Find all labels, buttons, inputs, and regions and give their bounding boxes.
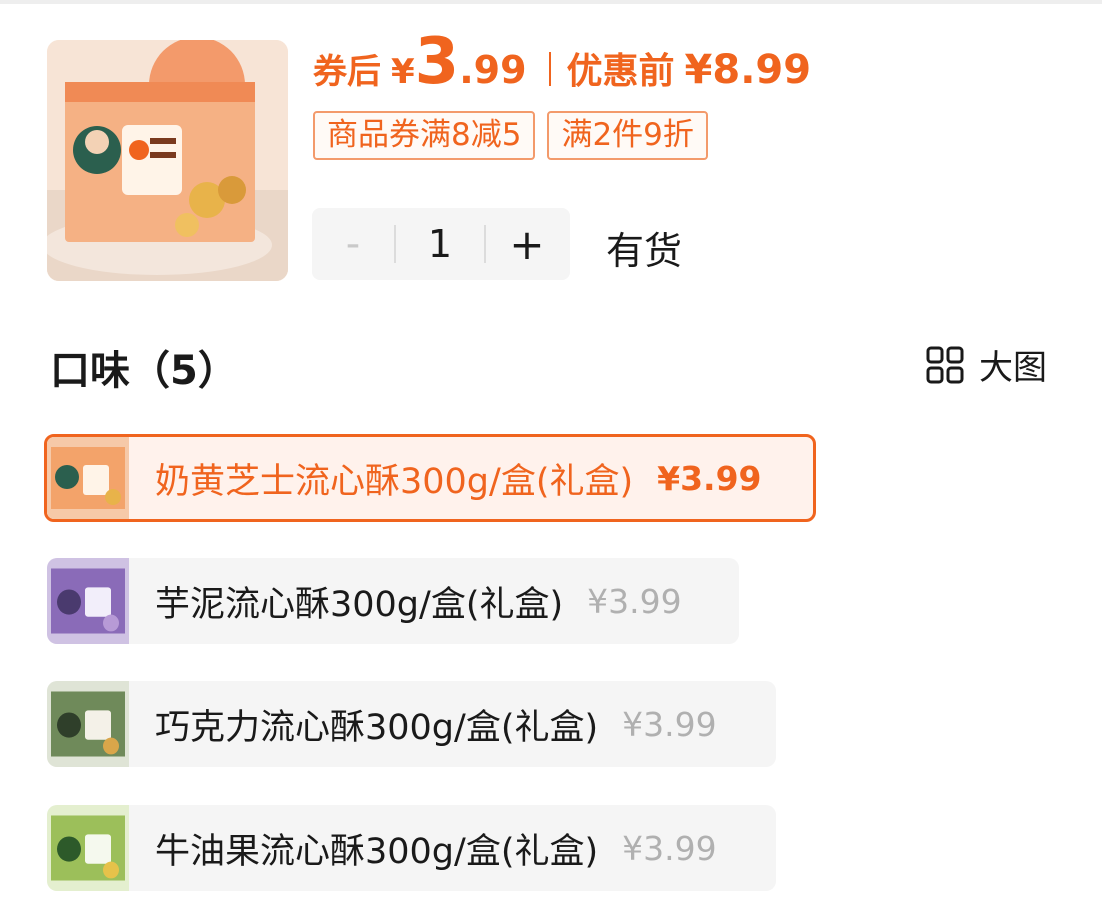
flavor-option-taro[interactable]: 芋泥流心酥300g/盒(礼盒) ¥3.99: [47, 558, 739, 644]
currency-symbol: ¥: [391, 52, 415, 92]
flavor-option-cheese[interactable]: 奶黄芝士流心酥300g/盒(礼盒) ¥3.99: [44, 434, 816, 522]
flavor-name: 奶黄芝士流心酥300g/盒(礼盒): [155, 461, 634, 502]
flavor-price: ¥3.99: [587, 581, 682, 621]
price-integer: 3: [414, 25, 460, 99]
flavor-thumbnail: [47, 805, 129, 891]
large-image-label: 大图: [979, 348, 1047, 388]
gift-box-product-image: [47, 40, 288, 281]
stock-status: 有货: [606, 229, 683, 273]
top-divider: [0, 0, 1102, 4]
flavor-price: ¥3.99: [622, 828, 717, 868]
increment-button[interactable]: +: [486, 208, 568, 280]
coupon-price-label: 券后: [313, 52, 381, 92]
price-line: 券后 ¥ 3 .99 优惠前 ¥8.99: [313, 30, 811, 100]
flavor-option-chocolate[interactable]: 巧克力流心酥300g/盒(礼盒) ¥3.99: [47, 681, 776, 767]
flavor-option-avocado[interactable]: 牛油果流心酥300g/盒(礼盒) ¥3.99: [47, 805, 776, 891]
price-decimal: .99: [459, 48, 527, 92]
flavor-thumbnail: [47, 558, 129, 644]
original-price-label: 优惠前: [566, 51, 675, 92]
coupon-tag-multi-buy[interactable]: 满2件9折: [547, 111, 708, 160]
flavor-price: ¥3.99: [657, 458, 762, 498]
flavor-name: 芋泥流心酥300g/盒(礼盒): [155, 584, 564, 625]
flavor-thumbnail: [47, 681, 129, 767]
flavor-thumbnail: [47, 437, 129, 519]
flavor-section-title: 口味（5）: [50, 348, 238, 394]
flavor-name: 牛油果流心酥300g/盒(礼盒): [155, 831, 599, 872]
product-image: [47, 40, 288, 281]
coupon-tags: 商品券满8减5 满2件9折: [313, 111, 708, 160]
coupon-tag-discount[interactable]: 商品券满8减5: [313, 111, 536, 160]
original-price: ¥8.99: [684, 47, 812, 93]
large-image-toggle[interactable]: 大图: [925, 340, 1047, 389]
flavor-price: ¥3.99: [622, 704, 717, 744]
flavor-name: 巧克力流心酥300g/盒(礼盒): [155, 707, 599, 748]
grid-icon: [926, 346, 964, 383]
quantity-value[interactable]: 1: [396, 208, 484, 280]
decrement-button[interactable]: -: [312, 208, 394, 280]
quantity-stepper: - 1 +: [312, 208, 570, 280]
price-separator: [548, 52, 551, 86]
